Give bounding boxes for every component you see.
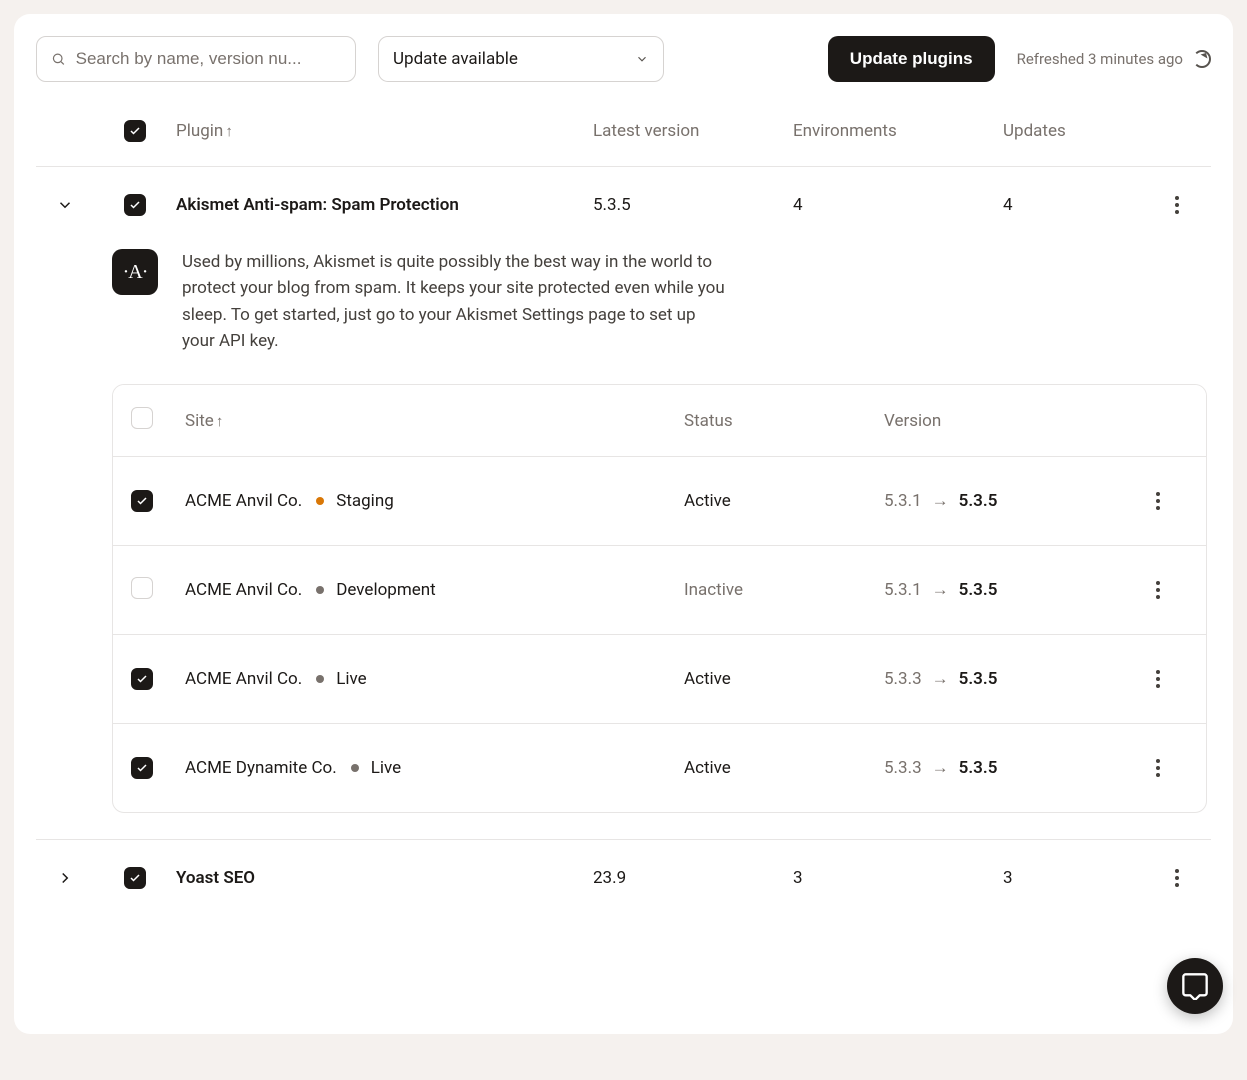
chevron-down-icon: [56, 196, 74, 214]
plugin-name: Yoast SEO: [176, 868, 593, 888]
plugin-environments: 3: [793, 868, 1003, 888]
sub-col-status[interactable]: Status: [684, 411, 884, 431]
site-status: Active: [684, 491, 884, 511]
col-plugin[interactable]: Plugin↑: [176, 121, 593, 141]
site-menu-button[interactable]: [1144, 576, 1172, 604]
site-name: ACME Anvil Co.: [185, 669, 302, 689]
chevron-right-icon: [56, 869, 74, 887]
col-updates[interactable]: Updates: [1003, 121, 1163, 141]
expand-toggle[interactable]: [36, 196, 94, 214]
site-checkbox[interactable]: [131, 668, 153, 690]
env-indicator-icon: [351, 764, 359, 772]
site-menu-button[interactable]: [1144, 754, 1172, 782]
sort-asc-icon: ↑: [216, 412, 224, 430]
select-all-checkbox[interactable]: [124, 120, 146, 142]
plugin-checkbox[interactable]: [124, 867, 146, 889]
search-input[interactable]: [76, 49, 341, 69]
site-row: ACME Dynamite Co. Live Active 5.3.3 → 5.…: [113, 724, 1206, 812]
plugin-row: Akismet Anti-spam: Spam Protection 5.3.5…: [36, 167, 1211, 243]
site-version: 5.3.1 → 5.3.5: [884, 580, 1144, 600]
filter-select[interactable]: Update available: [378, 36, 664, 82]
site-version: 5.3.1 → 5.3.5: [884, 491, 1144, 511]
site-env: Live: [336, 669, 366, 689]
env-indicator-icon: [316, 497, 324, 505]
plugin-environments: 4: [793, 195, 1003, 215]
plugin-description: Used by millions, Akismet is quite possi…: [182, 249, 726, 354]
site-row: ACME Anvil Co. Staging Active 5.3.1 → 5.…: [113, 457, 1206, 546]
plugins-panel: Update available Update plugins Refreshe…: [14, 14, 1233, 1034]
site-menu-button[interactable]: [1144, 665, 1172, 693]
site-checkbox[interactable]: [131, 577, 153, 599]
site-status: Active: [684, 669, 884, 689]
expand-toggle[interactable]: [36, 869, 94, 887]
col-latest-version[interactable]: Latest version: [593, 121, 793, 141]
site-version: 5.3.3 → 5.3.5: [884, 758, 1144, 778]
plugin-updates: 3: [1003, 868, 1163, 888]
env-indicator-icon: [316, 586, 324, 594]
site-name: ACME Anvil Co.: [185, 491, 302, 511]
toolbar: Update available Update plugins Refreshe…: [36, 36, 1211, 82]
site-checkbox[interactable]: [131, 490, 153, 512]
row-menu-button[interactable]: [1163, 864, 1191, 892]
site-row: ACME Anvil Co. Development Inactive 5.3.…: [113, 546, 1206, 635]
table-header: Plugin↑ Latest version Environments Upda…: [36, 112, 1211, 167]
chat-icon: [1181, 972, 1209, 1000]
plugin-version: 23.9: [593, 868, 793, 888]
plugin-logo: ·A·: [112, 249, 158, 295]
site-status: Inactive: [684, 580, 884, 600]
site-name: ACME Anvil Co.: [185, 580, 302, 600]
plugin-name: Akismet Anti-spam: Spam Protection: [176, 195, 593, 215]
arrow-right-icon: →: [932, 758, 949, 778]
sites-sub-table: Site↑ Status Version ACME Anvil Co. Stag…: [112, 384, 1207, 813]
site-env: Live: [371, 758, 401, 778]
arrow-right-icon: →: [932, 491, 949, 511]
search-box[interactable]: [36, 36, 356, 82]
plugin-version: 5.3.5: [593, 195, 793, 215]
plugin-row: Yoast SEO 23.9 3 3: [36, 840, 1211, 916]
sub-col-site[interactable]: Site↑: [185, 411, 684, 431]
sub-col-version[interactable]: Version: [884, 411, 1144, 431]
col-environments[interactable]: Environments: [793, 121, 1003, 141]
refresh-icon[interactable]: [1193, 50, 1211, 68]
site-env: Development: [336, 580, 435, 600]
site-menu-button[interactable]: [1144, 487, 1172, 515]
refreshed-status: Refreshed 3 minutes ago: [1017, 50, 1211, 68]
env-indicator-icon: [316, 675, 324, 683]
site-row: ACME Anvil Co. Live Active 5.3.3 → 5.3.5: [113, 635, 1206, 724]
chevron-down-icon: [635, 52, 649, 66]
plugin-checkbox[interactable]: [124, 194, 146, 216]
site-name: ACME Dynamite Co.: [185, 758, 337, 778]
arrow-right-icon: →: [932, 580, 949, 600]
plugin-description-block: ·A· Used by millions, Akismet is quite p…: [36, 243, 726, 384]
site-checkbox[interactable]: [131, 757, 153, 779]
filter-label: Update available: [393, 49, 518, 69]
update-plugins-button[interactable]: Update plugins: [828, 36, 995, 82]
search-icon: [51, 51, 66, 67]
site-env: Staging: [336, 491, 394, 511]
site-version: 5.3.3 → 5.3.5: [884, 669, 1144, 689]
sub-table-header: Site↑ Status Version: [113, 385, 1206, 457]
chat-launcher[interactable]: [1167, 958, 1223, 1014]
site-status: Active: [684, 758, 884, 778]
row-menu-button[interactable]: [1163, 191, 1191, 219]
plugin-updates: 4: [1003, 195, 1163, 215]
refreshed-text: Refreshed 3 minutes ago: [1017, 50, 1183, 68]
arrow-right-icon: →: [932, 669, 949, 689]
sort-asc-icon: ↑: [225, 122, 233, 140]
sub-select-all-checkbox[interactable]: [131, 407, 153, 429]
